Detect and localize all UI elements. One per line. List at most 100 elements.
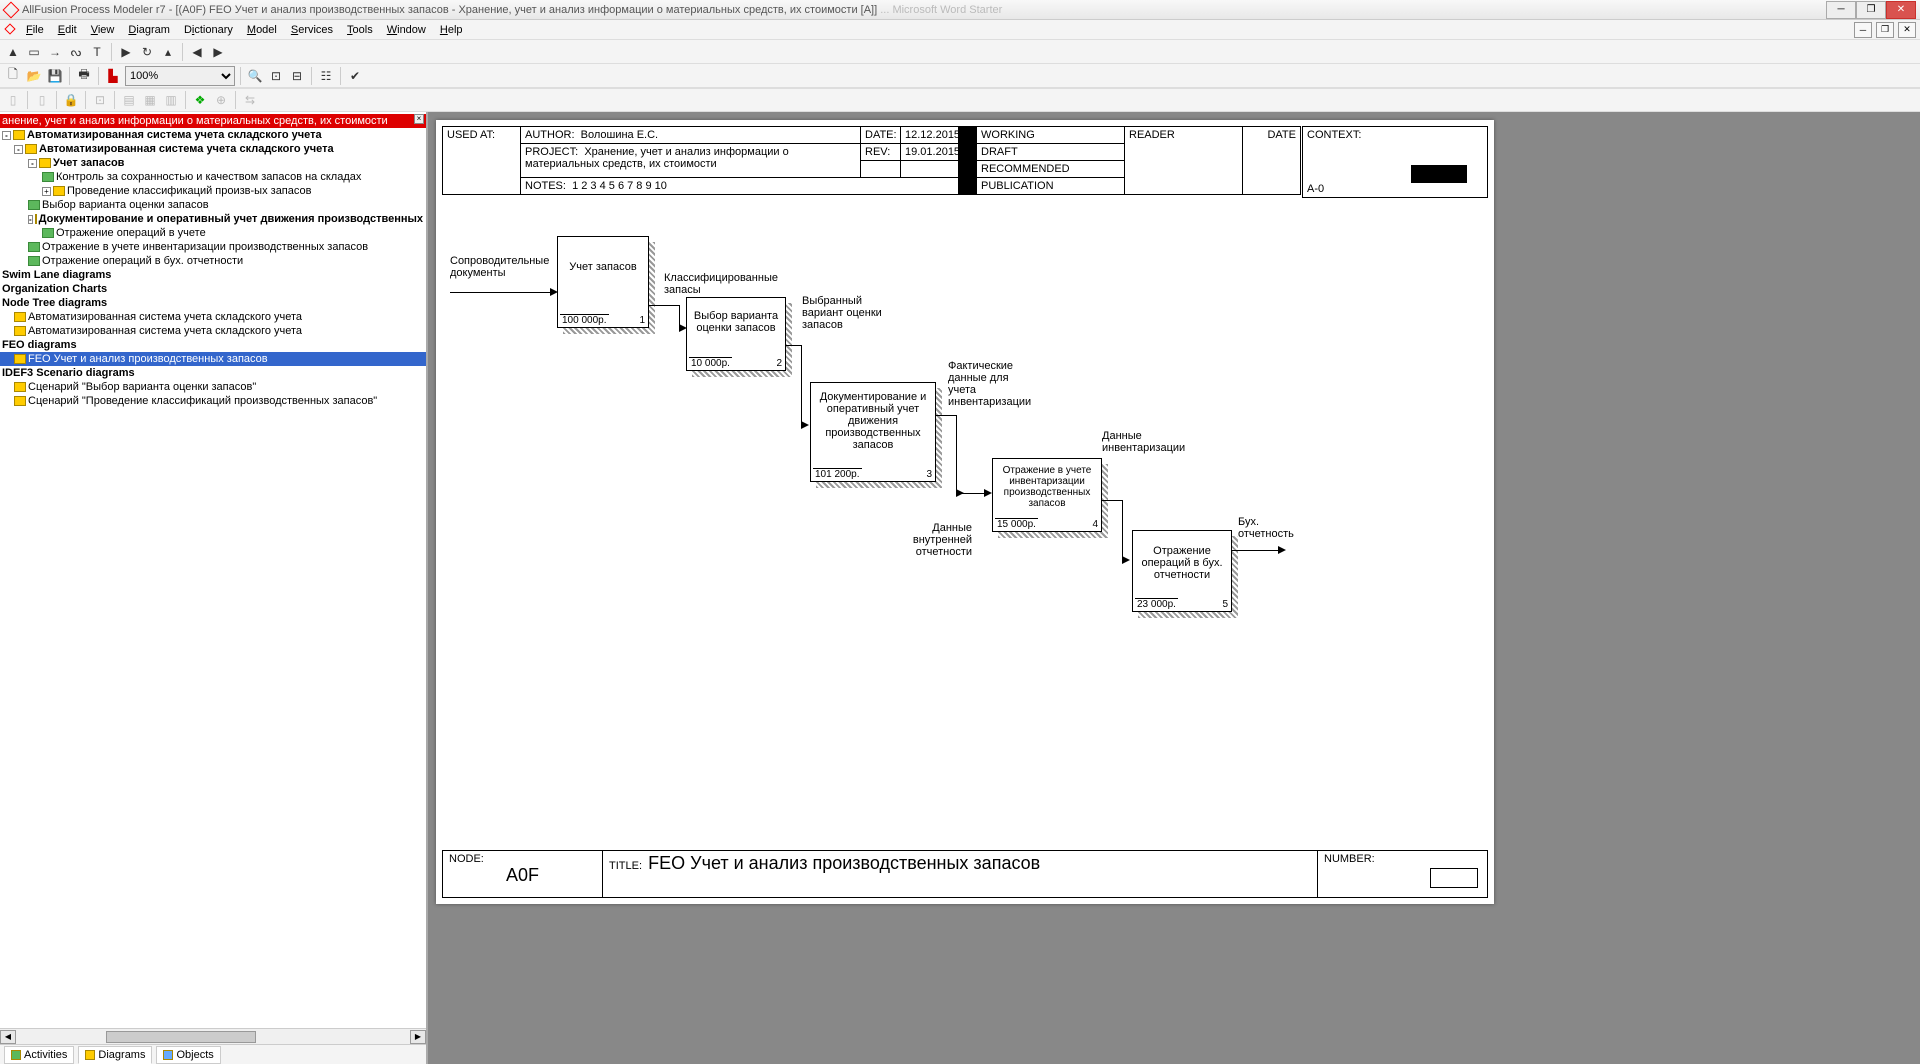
model-explorer: × анение, учет и анализ информации о мат… xyxy=(0,112,428,1064)
menu-dictionary[interactable]: Dictionary xyxy=(178,22,239,38)
print-button[interactable]: 🖶 xyxy=(75,67,93,85)
arrow-tool[interactable]: → xyxy=(46,43,64,61)
t3-3[interactable]: 🔒 xyxy=(62,91,80,109)
menu-model[interactable]: Model xyxy=(241,22,283,38)
menu-diagram[interactable]: Diagram xyxy=(122,22,176,38)
t3-4[interactable]: ⊡ xyxy=(91,91,109,109)
mdi-restore[interactable]: ❐ xyxy=(1876,22,1894,38)
t3-9[interactable]: ⊕ xyxy=(212,91,230,109)
diagram-footer: NODE:A0F TITLE: FEO Учет и анализ произв… xyxy=(442,850,1488,898)
tree-group[interactable]: FEO diagrams xyxy=(0,338,426,352)
menu-window[interactable]: Window xyxy=(381,22,432,38)
tree-item[interactable]: Отражение операций в бух. отчетности xyxy=(0,254,426,268)
menu-help[interactable]: Help xyxy=(434,22,469,38)
zoom-select[interactable]: 100% xyxy=(125,66,235,86)
activity-box-3[interactable]: Документирование и оперативный учет движ… xyxy=(810,382,936,482)
arrow-label: Сопроводительные документы xyxy=(450,255,560,279)
tree-item[interactable]: Отражение операций в учете xyxy=(0,226,426,240)
tree-item[interactable]: +Проведение классификаций произв-ых запа… xyxy=(0,184,426,198)
spellcheck[interactable]: ✔ xyxy=(346,67,364,85)
maximize-button[interactable]: ❐ xyxy=(1856,1,1886,19)
squiggle-tool[interactable]: ᔓ xyxy=(67,43,85,61)
nav-left[interactable]: ◀ xyxy=(188,43,206,61)
mdi-icon xyxy=(4,23,18,37)
tree-group[interactable]: Organization Charts xyxy=(0,282,426,296)
arrow-label: Данные инвентаризации xyxy=(1102,430,1202,454)
tab-activities[interactable]: Activities xyxy=(4,1046,74,1064)
diagram-header: USED AT: AUTHOR: Волошина Е.С. DATE:12.1… xyxy=(442,126,1301,195)
tree-item[interactable]: -Учет запасов xyxy=(0,156,426,170)
tree-item[interactable]: Сценарий "Выбор варианта оценки запасов" xyxy=(0,380,426,394)
tree[interactable]: анение, учет и анализ информации о матер… xyxy=(0,112,426,410)
tree-item-selected[interactable]: FEO Учет и анализ производственных запас… xyxy=(0,352,426,366)
diagram-canvas[interactable]: USED AT: AUTHOR: Волошина Е.С. DATE:12.1… xyxy=(428,112,1920,1064)
tree-item[interactable]: Выбор варианта оценки запасов xyxy=(0,198,426,212)
refresh-tool[interactable]: ↻ xyxy=(138,43,156,61)
t3-1[interactable]: ▯ xyxy=(4,91,22,109)
play-tool[interactable]: ▶ xyxy=(117,43,135,61)
idef0-diagram: Сопроводительные документы Учет запасов … xyxy=(442,200,1488,785)
activity-box-1[interactable]: Учет запасов 100 000р.1 xyxy=(557,236,649,328)
pointer-tool[interactable]: ▲ xyxy=(4,43,22,61)
menu-services[interactable]: Services xyxy=(285,22,339,38)
tab-objects[interactable]: Objects xyxy=(156,1046,220,1064)
tree-item[interactable]: Контроль за сохранностью и качеством зап… xyxy=(0,170,426,184)
nav-right[interactable]: ▶ xyxy=(209,43,227,61)
tree-item[interactable]: Сценарий "Проведение классификаций произ… xyxy=(0,394,426,408)
menu-file[interactable]: File xyxy=(20,22,50,38)
tree-group[interactable]: Node Tree diagrams xyxy=(0,296,426,310)
text-tool[interactable]: T xyxy=(88,43,106,61)
tree-toggle[interactable]: ☷ xyxy=(317,67,335,85)
tree-item[interactable]: Отражение в учете инвентаризации произво… xyxy=(0,240,426,254)
toolbar-2: 🗋 📂 💾 🖶 ▙ 100% 🔍 ⊡ ⊟ ☷ ✔ xyxy=(0,64,1920,88)
open-button[interactable]: 📂 xyxy=(25,67,43,85)
tree-item[interactable]: Автоматизированная система учета складск… xyxy=(0,310,426,324)
activity-box-5[interactable]: Отражение операций в бух. отчетности 23 … xyxy=(1132,530,1232,612)
menu-view[interactable]: View xyxy=(85,22,121,38)
activity-box-4[interactable]: Отражение в учете инвентаризации произво… xyxy=(992,458,1102,532)
activity-box-2[interactable]: Выбор варианта оценки запасов 10 000р.2 xyxy=(686,297,786,371)
explorer-tabs: Activities Diagrams Objects xyxy=(0,1044,426,1064)
tab-diagrams[interactable]: Diagrams xyxy=(78,1046,152,1064)
new-button[interactable]: 🗋 xyxy=(4,67,22,85)
zoom-in[interactable]: 🔍 xyxy=(246,67,264,85)
t3-2[interactable]: ▯ xyxy=(33,91,51,109)
palette-button[interactable]: ▙ xyxy=(104,67,122,85)
arrow-label: Данные внутренней отчетности xyxy=(892,522,972,558)
caret-tool[interactable]: ▴ xyxy=(159,43,177,61)
save-button[interactable]: 💾 xyxy=(46,67,64,85)
t3-8[interactable]: ❖ xyxy=(191,91,209,109)
menu-bar: File Edit View Diagram Dictionary Model … xyxy=(0,20,1920,40)
t3-6[interactable]: ▦ xyxy=(141,91,159,109)
arrow-label: Фактические данные для учета инвентариза… xyxy=(948,360,1038,408)
menu-edit[interactable]: Edit xyxy=(52,22,83,38)
arrow-label: Классифицированные запасы xyxy=(664,272,784,296)
tree-item[interactable]: -Документирование и оперативный учет дви… xyxy=(0,212,426,226)
mdi-minimize[interactable]: ─ xyxy=(1854,22,1872,38)
panel-close-icon[interactable]: × xyxy=(414,114,424,124)
t3-10[interactable]: ⇆ xyxy=(241,91,259,109)
mdi-close[interactable]: ✕ xyxy=(1898,22,1916,38)
close-button[interactable]: ✕ xyxy=(1886,1,1916,19)
t3-5[interactable]: ▤ xyxy=(120,91,138,109)
window-title: AllFusion Process Modeler r7 - [(A0F) FE… xyxy=(22,4,1826,16)
context-box: CONTEXT: A-0 xyxy=(1302,126,1488,198)
zoom-fit[interactable]: ⊡ xyxy=(267,67,285,85)
tree-item[interactable]: -Автоматизированная система учета складс… xyxy=(0,142,426,156)
tree-group[interactable]: IDEF3 Scenario diagrams xyxy=(0,366,426,380)
tree-item[interactable]: -Автоматизированная система учета складс… xyxy=(0,128,426,142)
tree-root[interactable]: анение, учет и анализ информации о матер… xyxy=(0,114,426,128)
menu-tools[interactable]: Tools xyxy=(341,22,379,38)
box-tool[interactable]: ▭ xyxy=(25,43,43,61)
zoom-out[interactable]: ⊟ xyxy=(288,67,306,85)
minimize-button[interactable]: ─ xyxy=(1826,1,1856,19)
t3-7[interactable]: ▥ xyxy=(162,91,180,109)
tree-scrollbar[interactable]: ◀▶ xyxy=(0,1028,426,1044)
title-bar: AllFusion Process Modeler r7 - [(A0F) FE… xyxy=(0,0,1920,20)
diagram-page: USED AT: AUTHOR: Волошина Е.С. DATE:12.1… xyxy=(436,120,1494,904)
arrow-label: Выбранный вариант оценки запасов xyxy=(802,295,882,331)
app-icon xyxy=(4,3,18,17)
tree-group[interactable]: Swim Lane diagrams xyxy=(0,268,426,282)
arrow-label: Бух. отчетность xyxy=(1238,516,1308,540)
tree-item[interactable]: Автоматизированная система учета складск… xyxy=(0,324,426,338)
